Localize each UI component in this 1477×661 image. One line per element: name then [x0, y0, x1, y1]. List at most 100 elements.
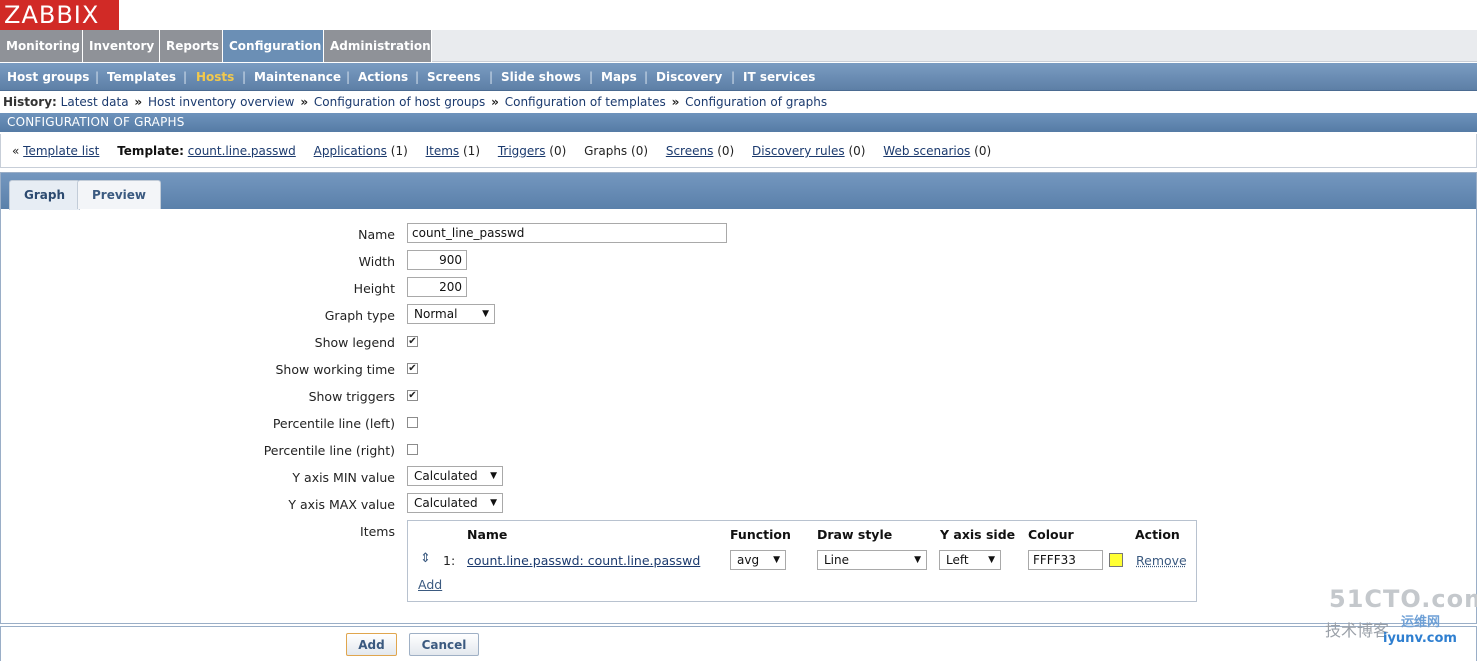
show-legend-checkbox[interactable]: ✔: [407, 336, 418, 347]
history-link-templates[interactable]: Configuration of templates: [505, 95, 666, 109]
screens-count: (0): [717, 144, 735, 158]
web-scenarios-count: (0): [974, 144, 992, 158]
sub-menu-templates[interactable]: Templates: [107, 63, 176, 91]
add-button[interactable]: Add: [346, 633, 397, 656]
item-index: 1:: [443, 553, 456, 568]
form-tabs: Graph Preview: [1, 173, 1476, 210]
sub-menu-screens[interactable]: Screens: [427, 63, 481, 91]
history-link-latest-data[interactable]: Latest data: [61, 95, 129, 109]
graph-type-select[interactable]: Normal ▼: [407, 304, 495, 324]
watermark-logo: 51CTO.com 技术博客 运维网 iyunv.com: [1323, 585, 1477, 655]
items-count: (1): [463, 144, 480, 158]
items-table: Name Function Draw style Y axis side Col…: [407, 520, 1197, 602]
remove-item-link[interactable]: Remove: [1136, 553, 1187, 568]
name-input[interactable]: [407, 223, 727, 243]
form-buttons: Add Cancel: [0, 626, 1477, 661]
separator: |: [183, 70, 188, 84]
col-header-name: Name: [467, 527, 508, 542]
discovery-rules-count: (0): [848, 144, 866, 158]
main-menu-configuration[interactable]: Configuration: [223, 30, 324, 62]
web-scenarios-link[interactable]: Web scenarios: [883, 144, 970, 158]
item-draw-style-select[interactable]: Line ▼: [817, 550, 927, 570]
sub-menu-actions[interactable]: Actions: [358, 63, 408, 91]
colour-swatch[interactable]: [1109, 553, 1123, 567]
separator: |: [95, 70, 100, 84]
template-name-link[interactable]: count.line.passwd: [188, 144, 296, 158]
item-y-axis-side-value: Left: [946, 553, 969, 567]
drag-handle-icon[interactable]: ⇕: [420, 551, 431, 566]
separator: |: [731, 70, 736, 84]
percentile-right-label: Percentile line (right): [263, 443, 395, 458]
ymin-select[interactable]: Calculated ▼: [407, 466, 503, 486]
item-function-select[interactable]: avg ▼: [730, 550, 786, 570]
col-header-y-axis-side: Y axis side: [940, 527, 1016, 542]
ymax-select[interactable]: Calculated ▼: [407, 493, 503, 513]
breadcrumb-separator: »: [300, 95, 309, 109]
show-triggers-label: Show triggers: [308, 389, 395, 404]
dropdown-arrow-icon: ▼: [988, 555, 995, 565]
col-header-colour: Colour: [1028, 527, 1074, 542]
history-link-graphs[interactable]: Configuration of graphs: [685, 95, 827, 109]
show-working-time-checkbox[interactable]: ✔: [407, 363, 418, 374]
height-input[interactable]: [407, 277, 467, 297]
tab-graph[interactable]: Graph: [9, 180, 80, 210]
tab-preview[interactable]: Preview: [77, 180, 162, 209]
template-label: Template:: [117, 144, 184, 158]
percentile-right-checkbox[interactable]: [407, 444, 418, 455]
dropdown-arrow-icon: ▼: [914, 555, 921, 565]
item-y-axis-side-select[interactable]: Left ▼: [939, 550, 1001, 570]
percentile-left-checkbox[interactable]: [407, 417, 418, 428]
item-function-value: avg: [737, 553, 760, 567]
dropdown-arrow-icon: ▼: [490, 498, 497, 508]
sub-menu-maintenance[interactable]: Maintenance: [254, 63, 341, 91]
main-menu-monitoring[interactable]: Monitoring: [0, 30, 83, 62]
dropdown-arrow-icon: ▼: [773, 555, 780, 565]
history-link-host-inventory[interactable]: Host inventory overview: [148, 95, 294, 109]
breadcrumb-separator: »: [491, 95, 499, 109]
name-label: Name: [358, 227, 395, 242]
history-link-host-groups[interactable]: Configuration of host groups: [314, 95, 485, 109]
item-colour-input[interactable]: [1028, 550, 1103, 570]
main-menu-administration[interactable]: Administration: [324, 30, 432, 62]
cancel-button[interactable]: Cancel: [409, 633, 479, 656]
sub-menu-slide-shows[interactable]: Slide shows: [501, 63, 581, 91]
dropdown-arrow-icon: ▼: [482, 309, 489, 319]
sub-menu-it-services[interactable]: IT services: [743, 63, 815, 91]
separator: |: [242, 70, 247, 84]
separator: |: [589, 70, 594, 84]
applications-count: (1): [390, 144, 408, 158]
screens-link[interactable]: Screens: [666, 144, 714, 158]
main-menu-inventory[interactable]: Inventory: [83, 30, 160, 62]
main-menu-reports[interactable]: Reports: [160, 30, 223, 62]
sub-menu-discovery[interactable]: Discovery: [656, 63, 722, 91]
ymax-label: Y axis MAX value: [288, 497, 395, 512]
col-header-draw-style: Draw style: [817, 527, 893, 542]
template-list-link[interactable]: Template list: [23, 144, 99, 158]
percentile-left-label: Percentile line (left): [272, 416, 395, 431]
items-link[interactable]: Items: [426, 144, 460, 158]
separator: |: [346, 70, 351, 84]
item-name-link[interactable]: count.line.passwd: count.line.passwd: [467, 553, 700, 568]
width-input[interactable]: [407, 250, 467, 270]
main-menu: Monitoring Inventory Reports Configurati…: [0, 30, 1477, 62]
col-header-action: Action: [1135, 527, 1180, 542]
sub-menu-hosts[interactable]: Hosts: [196, 63, 234, 91]
add-item-link[interactable]: Add: [418, 577, 442, 592]
discovery-rules-link[interactable]: Discovery rules: [752, 144, 845, 158]
show-triggers-checkbox[interactable]: ✔: [407, 390, 418, 401]
show-legend-label: Show legend: [314, 335, 395, 350]
graphs-count: (0): [631, 144, 649, 158]
graph-type-value: Normal: [414, 307, 458, 321]
sub-menu-host-groups[interactable]: Host groups: [7, 63, 89, 91]
sub-menu-maps[interactable]: Maps: [601, 63, 637, 91]
watermark-text-1: 51CTO.com: [1329, 585, 1477, 613]
back-arrow: «: [12, 144, 20, 158]
col-header-function: Function: [730, 527, 791, 542]
zabbix-logo[interactable]: ZABBIX: [0, 0, 119, 30]
history-breadcrumb: History: Latest data » Host inventory ov…: [0, 92, 1477, 112]
watermark-text-3: 运维网: [1401, 615, 1441, 630]
show-working-time-label: Show working time: [275, 362, 396, 377]
top-bar: ZABBIX: [0, 0, 1477, 30]
triggers-link[interactable]: Triggers: [498, 144, 546, 158]
applications-link[interactable]: Applications: [314, 144, 387, 158]
